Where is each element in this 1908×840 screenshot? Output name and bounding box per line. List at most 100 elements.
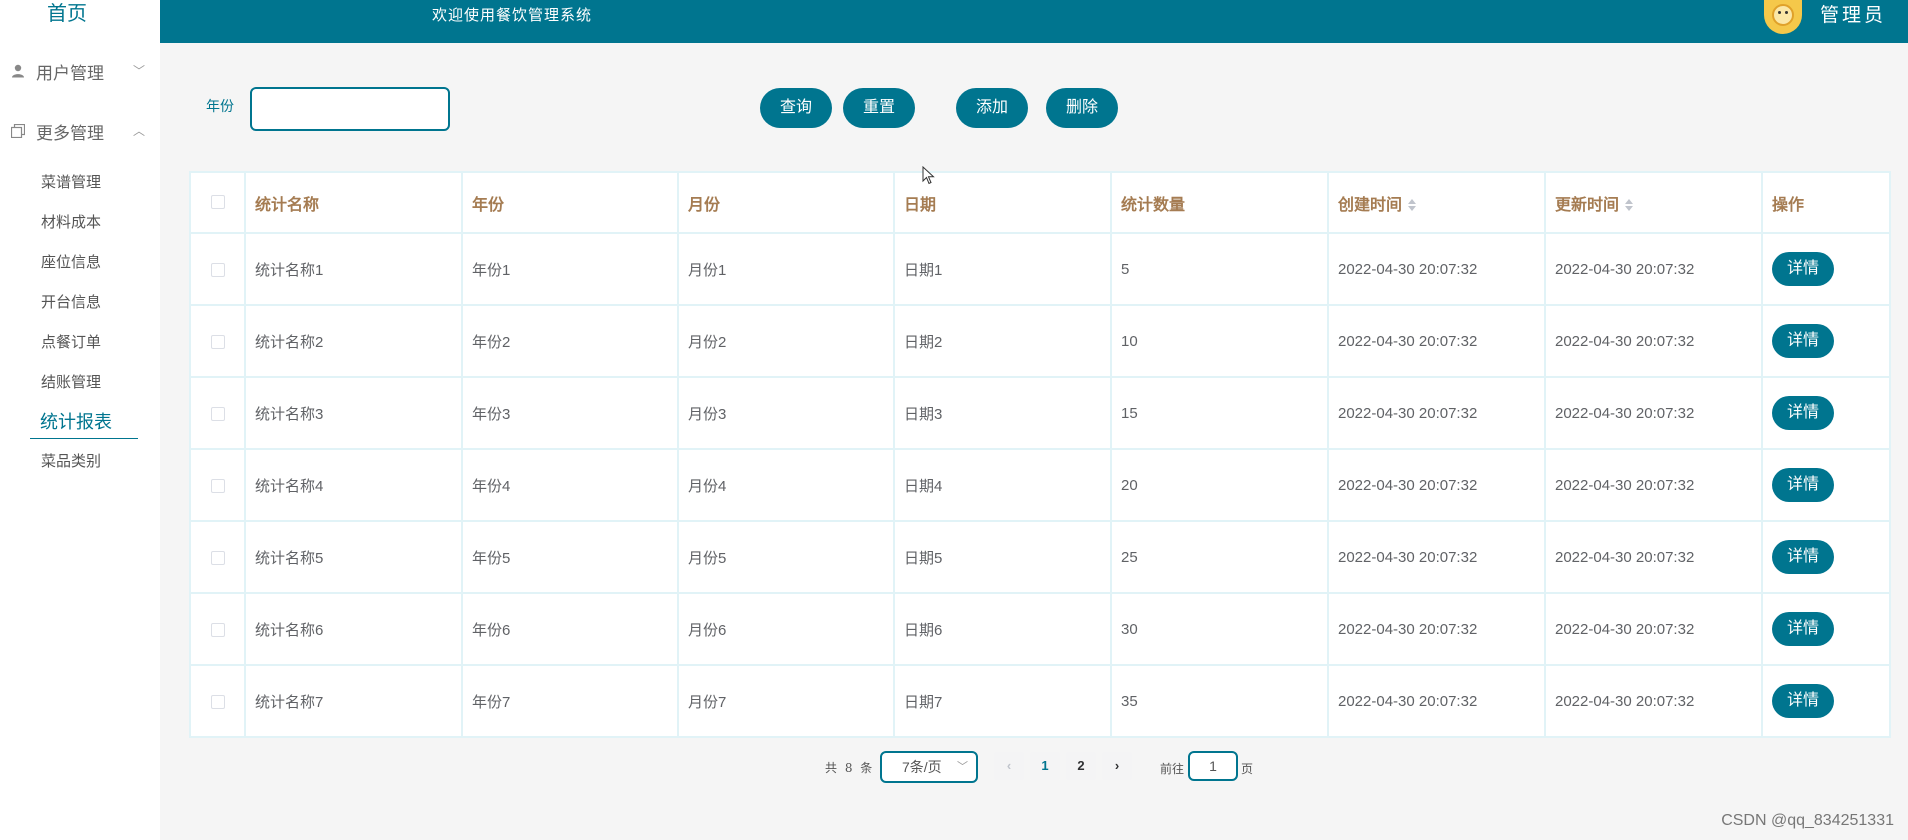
- table-cell-month: 月份7: [677, 664, 895, 738]
- prev-page-button[interactable]: ‹: [994, 752, 1024, 780]
- header-title: 欢迎使用餐饮管理系统: [432, 6, 593, 24]
- column-header-label: 创建时间: [1338, 196, 1403, 214]
- table-row: 统计名称7 年份7 月份7 日期7 35 2022-04-30 20:07:32 2022-…: [189, 664, 1891, 738]
- main-content: 年份 查询 重置 添加 删除 统计名称 年份 月份 日期 统计数量 创建时间 更…: [160, 43, 1908, 840]
- chevron-up-icon: ︿: [132, 124, 145, 138]
- column-header: 统计名称: [244, 171, 463, 234]
- table-cell-created: 2022-04-30 20:07:32: [1327, 376, 1546, 450]
- table-cell-date: 日期6: [893, 592, 1112, 666]
- detail-button[interactable]: 详情: [1772, 396, 1834, 430]
- sidebar-home-link[interactable]: 首页: [0, 0, 134, 28]
- table-row: 统计名称1 年份1 月份1 日期1 5 2022-04-30 20:07:32 2022-0…: [189, 232, 1891, 306]
- next-page-button[interactable]: ›: [1102, 752, 1132, 780]
- page-number-1[interactable]: 1: [1030, 752, 1060, 780]
- column-header-sortable[interactable]: 创建时间: [1327, 171, 1546, 234]
- table-cell-date: 日期4: [893, 448, 1112, 522]
- table-cell-updated: 2022-04-30 20:07:32: [1544, 592, 1763, 666]
- sidebar-item-checkout[interactable]: 结账管理: [41, 372, 101, 394]
- detail-button[interactable]: 详情: [1772, 540, 1834, 574]
- detail-button[interactable]: 详情: [1772, 252, 1834, 286]
- page-size-value: 7条/页: [902, 759, 942, 775]
- row-checkbox[interactable]: [210, 262, 225, 277]
- mouse-cursor-icon: [922, 166, 935, 185]
- sidebar-item-recipe[interactable]: 菜谱管理: [41, 172, 101, 194]
- row-checkbox[interactable]: [210, 694, 225, 709]
- column-header-label: 更新时间: [1555, 196, 1620, 214]
- page-number-2[interactable]: 2: [1066, 752, 1096, 780]
- table-cell-count: 15: [1110, 376, 1329, 450]
- row-checkbox[interactable]: [210, 478, 225, 493]
- table-row: 统计名称6 年份6 月份6 日期6 30 2022-04-30 20:07:32 2022-…: [189, 592, 1891, 666]
- table-cell-year: 年份5: [461, 520, 679, 594]
- sidebar-item-dish-category[interactable]: 菜品类别: [41, 451, 101, 473]
- table-cell-month: 月份2: [677, 304, 895, 378]
- row-checkbox[interactable]: [210, 406, 225, 421]
- detail-button[interactable]: 详情: [1772, 324, 1834, 358]
- table-row: 统计名称3 年份3 月份3 日期3 15 2022-04-30 20:07:32 2022-…: [189, 376, 1891, 450]
- table-row: 统计名称4 年份4 月份4 日期4 20 2022-04-30 20:07:32 2022-…: [189, 448, 1891, 522]
- table-cell-count: 5: [1110, 232, 1329, 306]
- table-cell-updated: 2022-04-30 20:07:32: [1544, 664, 1763, 738]
- table-cell-updated: 2022-04-30 20:07:32: [1544, 376, 1763, 450]
- sidebar-item-orders[interactable]: 点餐订单: [41, 332, 101, 354]
- query-button[interactable]: 查询: [760, 88, 832, 128]
- column-header-sortable[interactable]: 更新时间: [1544, 171, 1763, 234]
- copy-icon: [10, 123, 26, 139]
- table-cell-date: 日期5: [893, 520, 1112, 594]
- table-cell-count: 30: [1110, 592, 1329, 666]
- data-table: 统计名称 年份 月份 日期 统计数量 创建时间 更新时间 操作 统计名称1 年份1…: [189, 171, 1891, 738]
- row-checkbox[interactable]: [210, 622, 225, 637]
- sidebar-group-user-management[interactable]: 用户管理 ﹀: [10, 58, 145, 84]
- add-button[interactable]: 添加: [956, 88, 1028, 128]
- goto-unit: 页: [1241, 762, 1254, 776]
- sort-icon[interactable]: [1408, 199, 1417, 212]
- column-header: 月份: [677, 171, 895, 234]
- detail-button[interactable]: 详情: [1772, 468, 1834, 502]
- sidebar-group-more-management[interactable]: 更多管理 ︿: [10, 118, 145, 144]
- table-cell-name: 统计名称4: [244, 448, 463, 522]
- table-cell-updated: 2022-04-30 20:07:32: [1544, 448, 1763, 522]
- table-cell-month: 月份5: [677, 520, 895, 594]
- page-size-select[interactable]: 7条/页 ﹀: [880, 751, 978, 783]
- sidebar-item-seat-info[interactable]: 座位信息: [41, 252, 101, 274]
- table-cell-month: 月份6: [677, 592, 895, 666]
- column-header: 操作: [1761, 171, 1891, 234]
- sidebar-item-material-cost[interactable]: 材料成本: [41, 212, 101, 234]
- table-cell-count: 20: [1110, 448, 1329, 522]
- goto-page-input[interactable]: 1: [1188, 751, 1238, 781]
- sidebar-item-statistics-report[interactable]: 统计报表: [40, 409, 112, 435]
- avatar[interactable]: [1764, 0, 1802, 34]
- sidebar-item-table-open[interactable]: 开台信息: [41, 292, 101, 314]
- sidebar-group-label: 更多管理: [36, 123, 104, 143]
- row-checkbox[interactable]: [210, 334, 225, 349]
- table-cell-name: 统计名称5: [244, 520, 463, 594]
- row-checkbox[interactable]: [210, 550, 225, 565]
- table-cell-year: 年份7: [461, 664, 679, 738]
- goto-label: 前往: [1160, 762, 1185, 776]
- sidebar: 首页 用户管理 ﹀ 更多管理 ︿ 菜谱管理 材料成本 座位信息 开台信息 点餐订…: [0, 0, 160, 840]
- table-cell-year: 年份3: [461, 376, 679, 450]
- table-cell-updated: 2022-04-30 20:07:32: [1544, 232, 1763, 306]
- sidebar-group-label: 用户管理: [36, 63, 104, 83]
- table-cell-created: 2022-04-30 20:07:32: [1327, 448, 1546, 522]
- chevron-down-icon: ﹀: [132, 64, 145, 78]
- header-username[interactable]: 管理员: [1820, 0, 1886, 30]
- top-header: 欢迎使用餐饮管理系统 管理员: [160, 0, 1908, 43]
- table-cell-updated: 2022-04-30 20:07:32: [1544, 520, 1763, 594]
- detail-button[interactable]: 详情: [1772, 612, 1834, 646]
- table-cell-created: 2022-04-30 20:07:32: [1327, 304, 1546, 378]
- table-cell-date: 日期1: [893, 232, 1112, 306]
- table-cell-created: 2022-04-30 20:07:32: [1327, 232, 1546, 306]
- table-row: 统计名称5 年份5 月份5 日期5 25 2022-04-30 20:07:32 2022-…: [189, 520, 1891, 594]
- detail-button[interactable]: 详情: [1772, 684, 1834, 718]
- delete-button[interactable]: 删除: [1046, 88, 1118, 128]
- table-row: 统计名称2 年份2 月份2 日期2 10 2022-04-30 20:07:32 2022-…: [189, 304, 1891, 378]
- select-all-checkbox[interactable]: [210, 195, 225, 210]
- year-search-input[interactable]: [250, 87, 450, 131]
- sort-icon[interactable]: [1625, 199, 1634, 212]
- table-cell-month: 月份4: [677, 448, 895, 522]
- column-header: 年份: [461, 171, 679, 234]
- table-cell-name: 统计名称6: [244, 592, 463, 666]
- reset-button[interactable]: 重置: [843, 88, 915, 128]
- table-cell-created: 2022-04-30 20:07:32: [1327, 592, 1546, 666]
